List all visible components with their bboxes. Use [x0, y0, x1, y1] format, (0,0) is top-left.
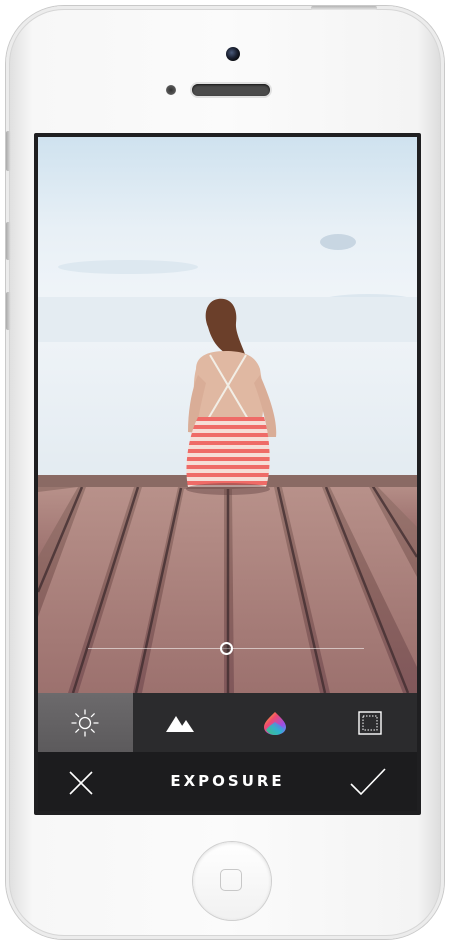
adjustment-slider[interactable]: [88, 642, 364, 655]
color-drop-icon: [263, 711, 286, 735]
front-camera: [226, 47, 240, 61]
home-button[interactable]: [193, 842, 271, 920]
home-square-icon: [220, 869, 242, 891]
slider-handle[interactable]: [220, 642, 233, 655]
confirm-button[interactable]: [348, 766, 388, 798]
tool-toolbar: [38, 693, 417, 752]
checkmark-icon: [350, 768, 386, 796]
tool-color[interactable]: [228, 693, 323, 752]
mute-switch: [6, 131, 11, 171]
volume-up-button: [6, 222, 11, 260]
crop-frame-icon: [357, 710, 382, 735]
sun-icon: [71, 708, 100, 737]
editor-bottom-bar: EXPOSURE: [38, 752, 417, 811]
tool-exposure[interactable]: [38, 693, 133, 752]
mountains-icon: [166, 715, 195, 732]
volume-down-button: [6, 292, 11, 330]
proximity-sensor: [166, 85, 176, 95]
photo-woman-on-pier: [38, 137, 417, 693]
photo-preview[interactable]: [38, 137, 417, 693]
power-button: [311, 6, 377, 10]
tool-crop[interactable]: [322, 693, 417, 752]
earpiece-speaker: [192, 84, 270, 96]
tool-contrast[interactable]: [133, 693, 228, 752]
